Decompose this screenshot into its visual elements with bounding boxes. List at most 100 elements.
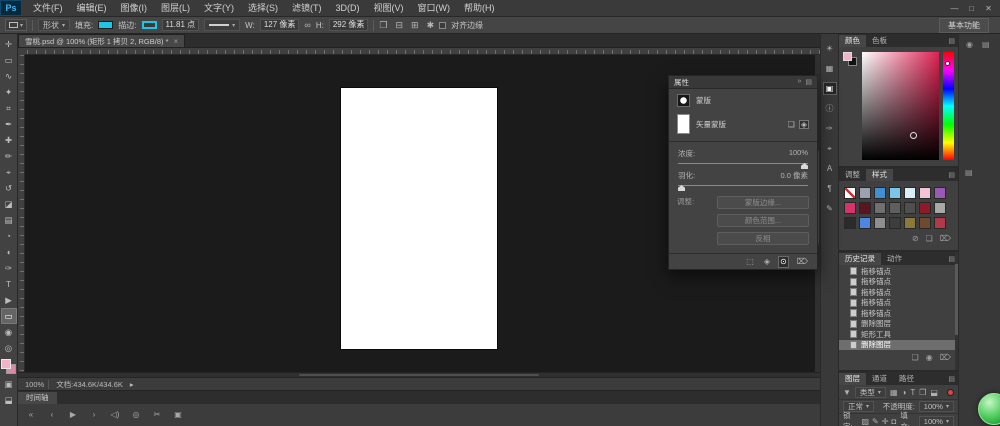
menu-item[interactable]: 选择(S): [241, 0, 285, 16]
menu-item[interactable]: 文件(F): [26, 0, 70, 16]
collapsed-panel-icon[interactable]: ✑: [823, 122, 837, 135]
tool-button[interactable]: ◪: [1, 196, 17, 212]
history-state-row[interactable]: 矩形工具: [839, 329, 958, 340]
panel-menu-icon[interactable]: ▤: [948, 171, 955, 179]
foreground-color-swatch[interactable]: [843, 52, 852, 61]
add-vector-mask-icon[interactable]: ◈: [799, 120, 809, 129]
history-state-row[interactable]: 拖移锚点: [839, 287, 958, 298]
style-swatch[interactable]: [904, 202, 916, 214]
panel-tab[interactable]: 历史记录: [839, 253, 881, 265]
panel-tab[interactable]: 样式: [866, 169, 893, 181]
styles-footer-icon[interactable]: ⌦: [940, 234, 951, 243]
layer-filter-icon[interactable]: T: [910, 388, 915, 397]
tool-mode-select[interactable]: 形状▾: [38, 19, 70, 31]
close-document-icon[interactable]: ×: [174, 37, 179, 46]
tool-button[interactable]: ▤: [1, 212, 17, 228]
history-footer-icon[interactable]: ❏: [912, 353, 919, 362]
layer-filter-icon[interactable]: ❒: [919, 388, 926, 397]
panel-tab[interactable]: 图层: [839, 373, 866, 385]
style-swatch[interactable]: [874, 202, 886, 214]
properties-footer-icon[interactable]: ◈: [762, 256, 772, 268]
menu-item[interactable]: 3D(D): [329, 0, 367, 16]
feather-slider-thumb[interactable]: [678, 185, 685, 191]
layer-filter-icon[interactable]: ⬓: [930, 388, 938, 397]
timeline-control-icon[interactable]: ›: [89, 410, 99, 419]
tool-button[interactable]: ✛: [1, 36, 17, 52]
styles-footer-icon[interactable]: ⊘: [912, 234, 919, 243]
style-swatch[interactable]: [904, 217, 916, 229]
style-swatch[interactable]: [844, 187, 856, 199]
document-tab[interactable]: 雪桃.psd @ 100% (矩形 1 拷贝 2, RGB/8) * ×: [18, 34, 185, 47]
tool-button[interactable]: ✏: [1, 148, 17, 164]
style-swatch[interactable]: [934, 202, 946, 214]
style-swatch[interactable]: [874, 217, 886, 229]
menu-item[interactable]: 视图(V): [367, 0, 411, 16]
panel-menu-icon[interactable]: ▤: [805, 78, 812, 86]
tool-button[interactable]: ✚: [1, 132, 17, 148]
collapsed-panel-icon[interactable]: ▣: [823, 82, 837, 95]
foreground-background-swatches[interactable]: [1, 359, 16, 374]
saturation-brightness-field[interactable]: [862, 52, 939, 160]
shape-height-field[interactable]: 292 像素: [329, 19, 369, 31]
foreground-color-swatch[interactable]: [1, 359, 11, 369]
document-canvas[interactable]: [341, 88, 497, 349]
path-option-icon[interactable]: ⊞: [411, 20, 419, 31]
lock-option-icon[interactable]: ▨: [861, 417, 869, 426]
menu-item[interactable]: 编辑(E): [70, 0, 114, 16]
lock-option-icon[interactable]: ✛: [882, 417, 889, 426]
tool-button[interactable]: ◖: [1, 244, 17, 260]
menu-item[interactable]: 文字(Y): [197, 0, 241, 16]
properties-footer-icon[interactable]: ⌦: [795, 256, 810, 268]
status-popup-arrow-icon[interactable]: ▸: [130, 380, 134, 389]
fill-color-swatch[interactable]: [98, 21, 113, 29]
fill-opacity-select[interactable]: 100%▾: [919, 416, 954, 426]
path-option-icon[interactable]: ⊟: [395, 20, 403, 31]
style-swatch[interactable]: [919, 187, 931, 199]
filter-toggle-switch[interactable]: [947, 389, 954, 396]
strip-icon[interactable]: ◉: [966, 40, 973, 49]
timeline-control-icon[interactable]: ‹: [47, 410, 57, 419]
stroke-width-field[interactable]: 11.81 点: [162, 19, 200, 31]
scrollbar-thumb[interactable]: [955, 264, 958, 335]
timeline-control-icon[interactable]: ▶: [68, 410, 78, 419]
path-option-icon[interactable]: ✱: [427, 20, 435, 31]
opacity-select[interactable]: 100%▾: [919, 401, 954, 412]
path-option-icon[interactable]: ❒: [379, 20, 387, 31]
panel-tab[interactable]: 调整: [839, 169, 866, 181]
horizontal-scrollbar[interactable]: [18, 372, 820, 377]
panel-tab[interactable]: 动作: [881, 253, 908, 265]
scrollbar-thumb[interactable]: [299, 374, 540, 376]
timeline-control-icon[interactable]: ✂: [152, 410, 162, 419]
add-pixel-mask-icon[interactable]: ❏: [788, 120, 795, 129]
adjust-button[interactable]: 蒙版边缘...: [717, 196, 809, 209]
ruler-origin[interactable]: [18, 48, 25, 55]
stroke-type-select[interactable]: ▾: [204, 19, 240, 31]
menu-item[interactable]: 图层(L): [154, 0, 197, 16]
style-swatch[interactable]: [919, 217, 931, 229]
panel-tab[interactable]: 通道: [866, 373, 893, 385]
tool-button[interactable]: ◎: [1, 340, 17, 356]
timeline-control-icon[interactable]: ◁): [110, 410, 120, 419]
tool-button[interactable]: T: [1, 276, 17, 292]
tool-button[interactable]: ⌖: [1, 164, 17, 180]
collapsed-panel-icon[interactable]: ⓘ: [823, 102, 837, 115]
adjust-button[interactable]: 反相: [717, 232, 809, 245]
timeline-control-icon[interactable]: ▣: [173, 410, 183, 419]
style-swatch[interactable]: [889, 187, 901, 199]
hue-slider-marker[interactable]: [945, 61, 950, 66]
window-control-button[interactable]: □: [963, 1, 980, 16]
tool-button[interactable]: ✦: [1, 84, 17, 100]
panel-menu-icon[interactable]: ▤: [948, 37, 955, 45]
collapsed-panel-icon[interactable]: ☀: [823, 42, 837, 55]
styles-footer-icon[interactable]: ❏: [926, 234, 933, 243]
density-slider[interactable]: [678, 163, 808, 164]
shape-width-field[interactable]: 127 像素: [260, 19, 300, 31]
color-field-marker[interactable]: [910, 132, 917, 139]
collapsed-panel-icon[interactable]: ⌖: [823, 142, 837, 155]
history-footer-icon[interactable]: ◉: [926, 353, 933, 362]
history-state-row[interactable]: 拖移锚点: [839, 298, 958, 309]
style-swatch[interactable]: [859, 187, 871, 199]
tool-button[interactable]: ✒: [1, 116, 17, 132]
panel-tab[interactable]: 路径: [893, 373, 920, 385]
stroke-color-swatch[interactable]: [142, 21, 157, 29]
